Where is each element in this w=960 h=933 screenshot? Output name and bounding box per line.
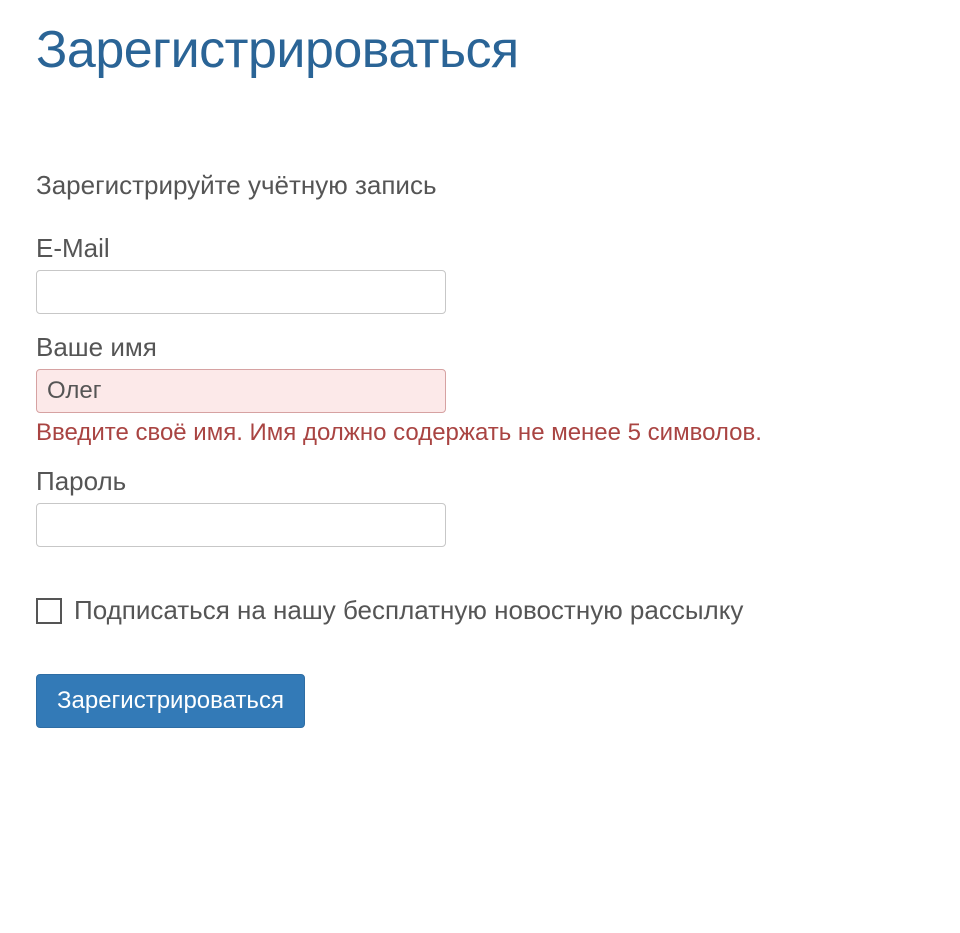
form-subtitle: Зарегистрируйте учётную запись [36,170,924,201]
name-field[interactable] [36,369,446,413]
password-field[interactable] [36,503,446,547]
name-group: Ваше имя Введите своё имя. Имя должно со… [36,332,924,448]
name-label: Ваше имя [36,332,924,363]
name-error-text: Введите своё имя. Имя должно содержать н… [36,417,924,448]
newsletter-label[interactable]: Подписаться на нашу бесплатную новостную… [74,595,743,626]
password-label: Пароль [36,466,924,497]
email-label: E-Mail [36,233,924,264]
newsletter-checkbox[interactable] [36,598,62,624]
email-field[interactable] [36,270,446,314]
page-title: Зарегистрироваться [36,20,924,80]
newsletter-row: Подписаться на нашу бесплатную новостную… [36,595,924,626]
password-group: Пароль [36,466,924,547]
email-group: E-Mail [36,233,924,314]
submit-button[interactable]: Зарегистрироваться [36,674,305,728]
